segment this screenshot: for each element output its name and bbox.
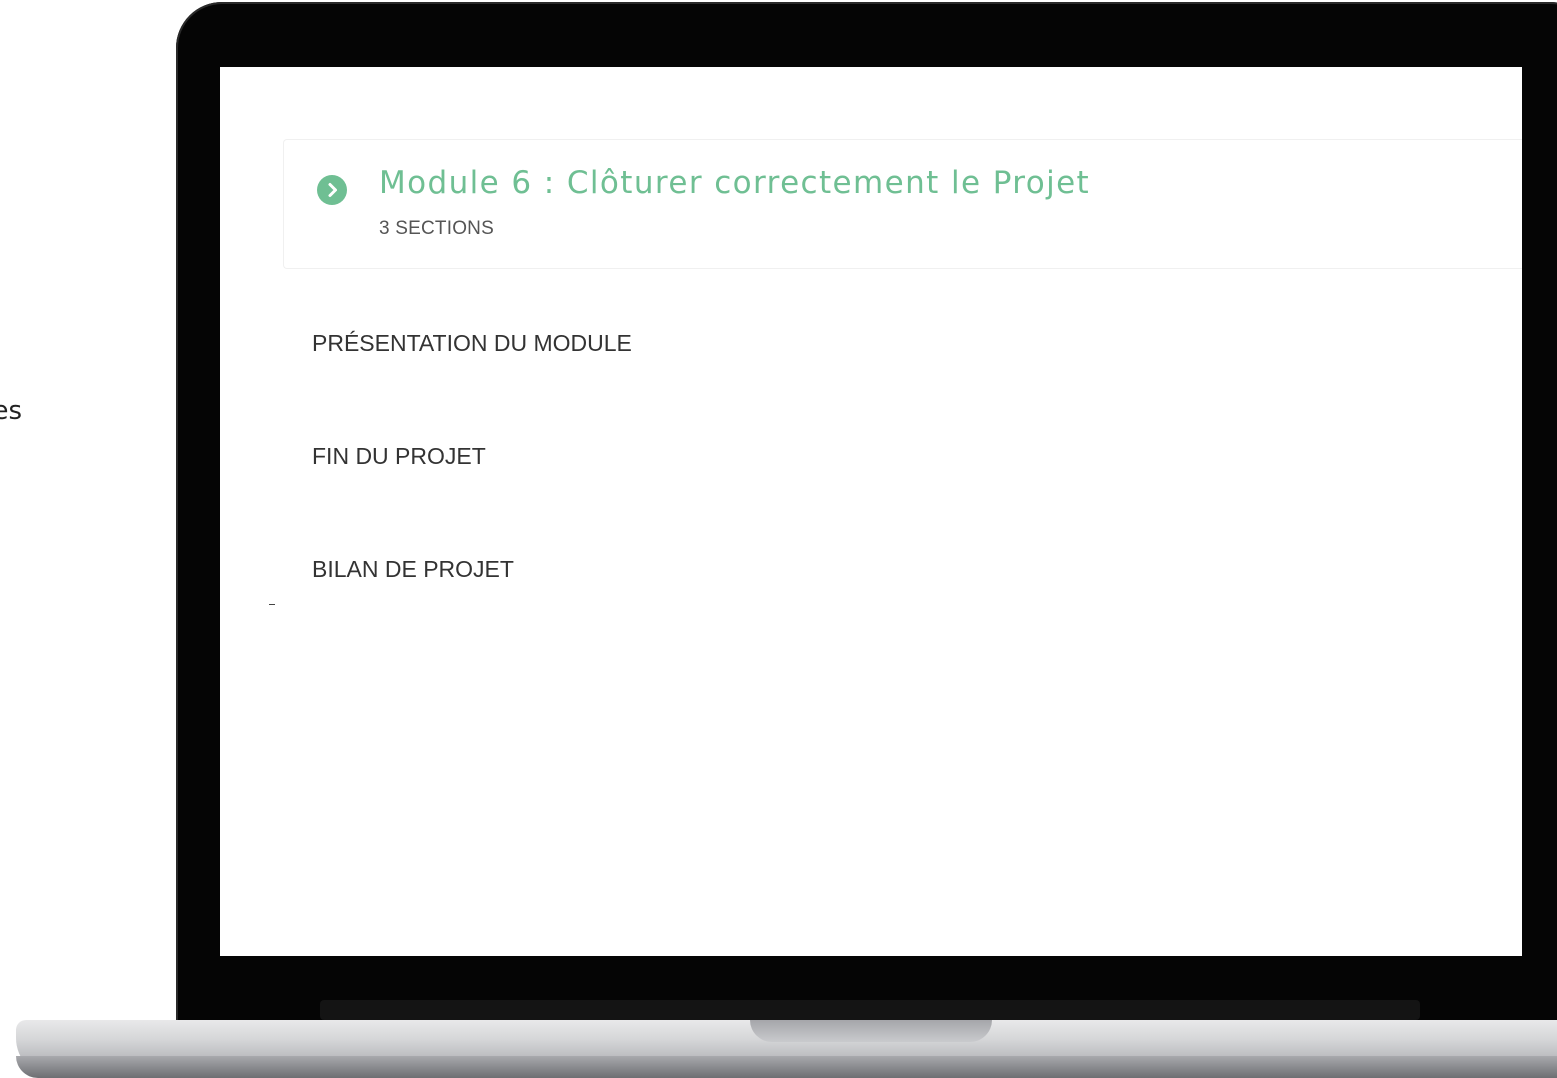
trackpad-notch bbox=[750, 1020, 992, 1042]
cropped-background-text: es bbox=[0, 396, 22, 426]
divider-mark bbox=[269, 604, 275, 605]
section-item-bilan-de-projet[interactable]: BILAN DE PROJET bbox=[312, 556, 514, 583]
module-header-card[interactable]: Module 6 : Clôturer correctement le Proj… bbox=[283, 139, 1522, 269]
section-item-fin-du-projet[interactable]: FIN DU PROJET bbox=[312, 443, 486, 470]
bezel-bottom-strip bbox=[320, 1000, 1420, 1020]
module-section-count: 3 SECTIONS bbox=[379, 218, 494, 239]
base-lip bbox=[16, 1056, 1557, 1078]
laptop-base bbox=[16, 1020, 1557, 1078]
section-item-presentation[interactable]: PRÉSENTATION DU MODULE bbox=[312, 330, 632, 357]
play-circle-icon[interactable] bbox=[317, 175, 347, 205]
module-title[interactable]: Module 6 : Clôturer correctement le Proj… bbox=[379, 165, 1090, 201]
laptop-mockup: es Module 6 : Clôturer correctement le P… bbox=[0, 0, 1557, 1078]
laptop-screen: Module 6 : Clôturer correctement le Proj… bbox=[220, 67, 1522, 956]
